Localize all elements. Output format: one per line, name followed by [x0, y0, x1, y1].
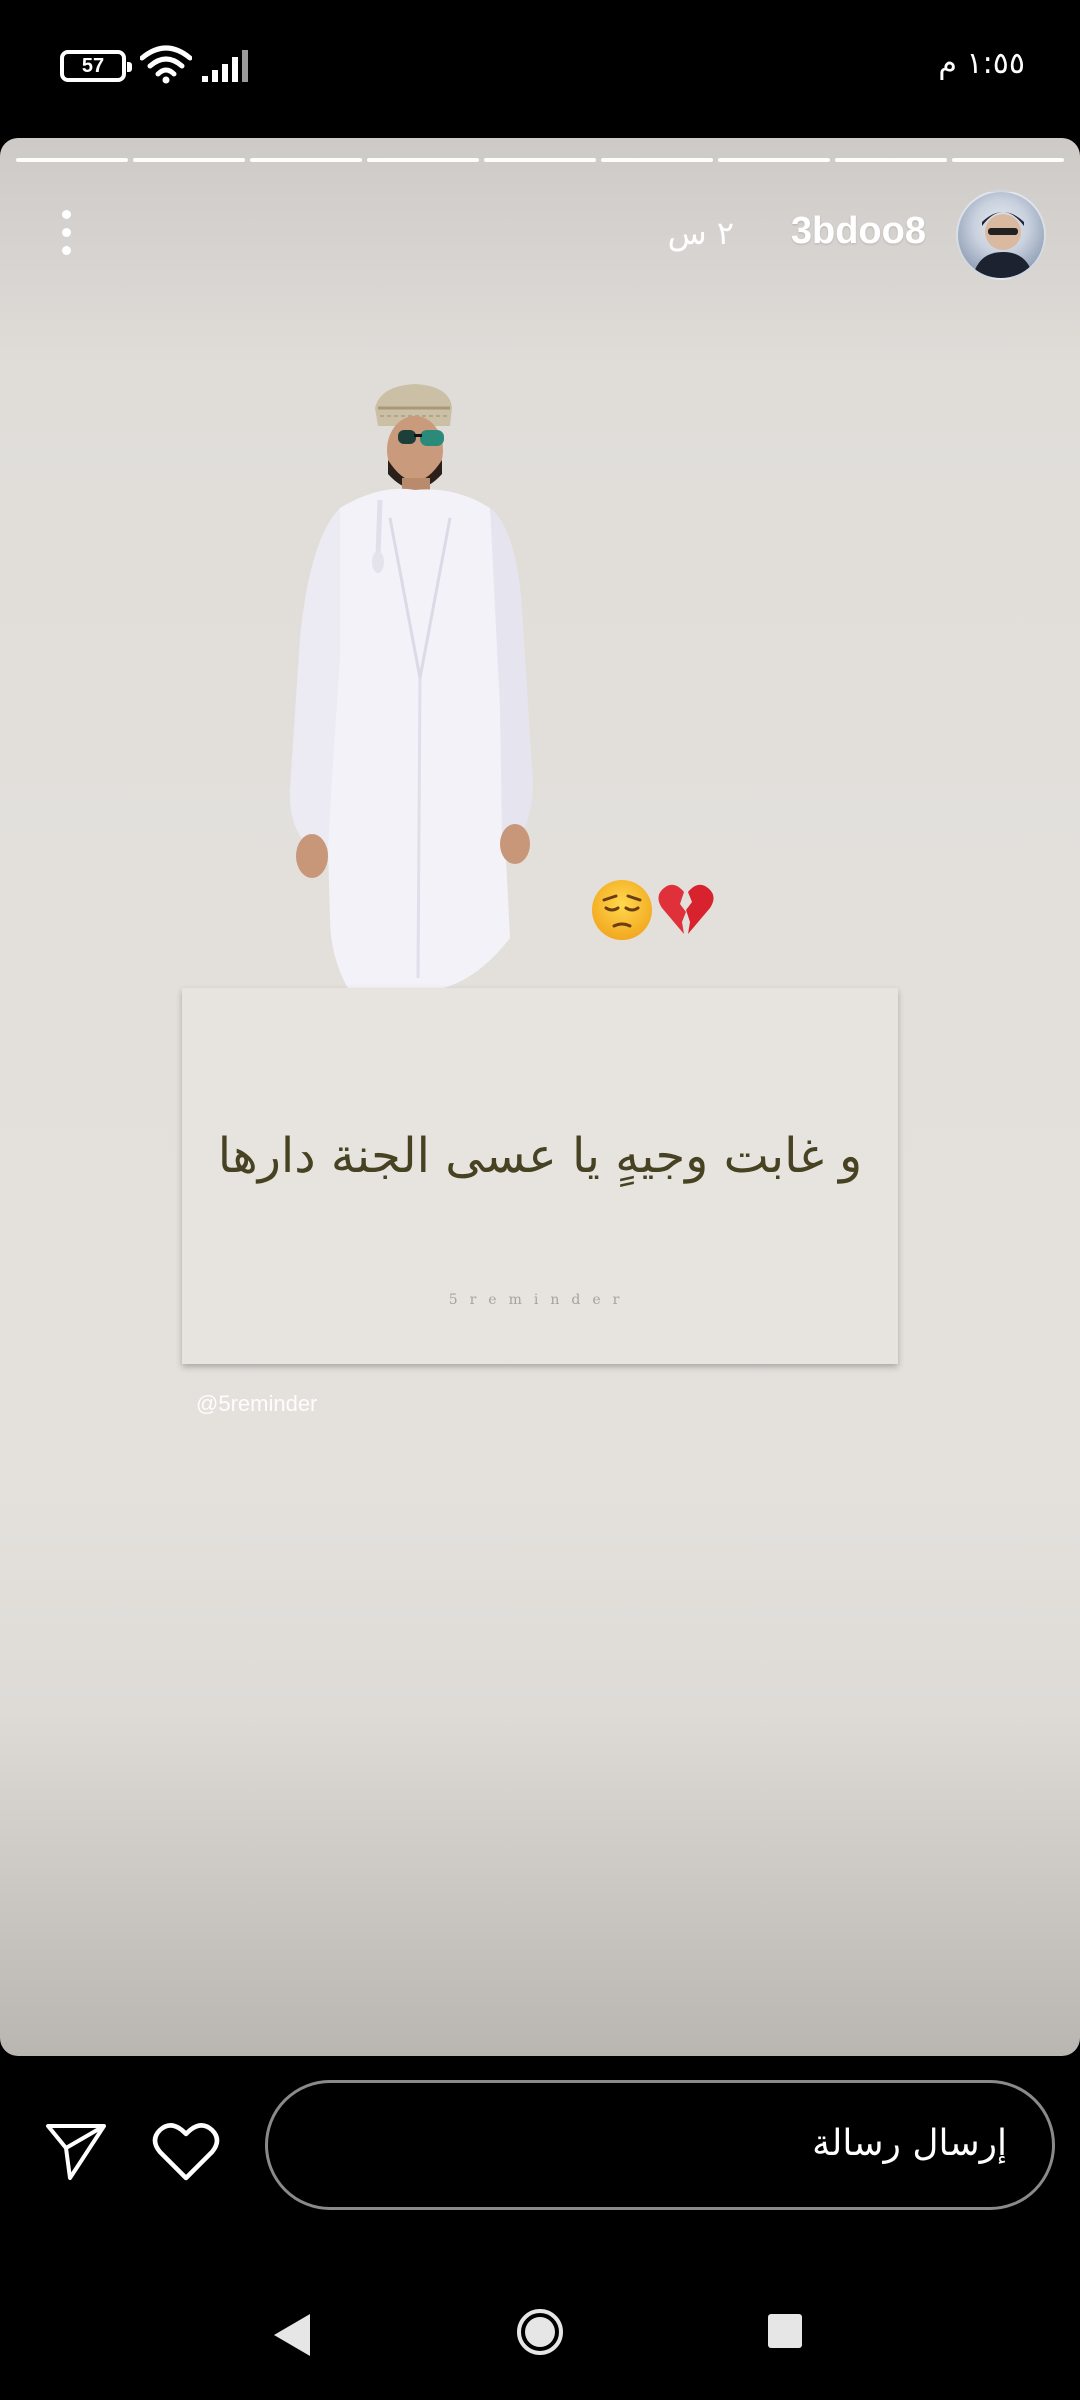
wifi-icon	[140, 45, 192, 84]
recents-icon[interactable]	[768, 2314, 802, 2348]
message-placeholder: إرسال رسالة	[812, 2123, 1007, 2164]
avatar-image	[972, 212, 1034, 278]
emoji-stickers	[590, 878, 718, 948]
cellular-signal-icon	[202, 50, 248, 82]
back-icon[interactable]	[270, 2310, 314, 2360]
reply-bar: إرسال رسالة	[0, 2060, 1080, 2230]
mention-tag[interactable]: @5reminder	[196, 1391, 317, 1417]
pensive-face-icon	[592, 880, 652, 940]
more-options-button[interactable]	[50, 210, 82, 270]
status-time: ١:٥٥ م	[938, 46, 1025, 81]
story-header: ٢ س 3bdoo8	[0, 138, 1080, 280]
home-icon[interactable]	[515, 2307, 565, 2357]
story-time-ago: ٢ س	[667, 214, 734, 252]
heart-icon[interactable]	[152, 2120, 220, 2182]
send-icon[interactable]	[44, 2118, 108, 2182]
message-input[interactable]: إرسال رسالة	[265, 2080, 1055, 2210]
quote-card: و غابت وجيهٍ يا عسى الجنة دارها 5reminde…	[182, 988, 898, 1364]
system-nav-bar	[0, 2270, 1080, 2400]
instagram-story-screen: 57 ١:٥٥ م ٢ س 3bdoo8 و غابت وجيهٍ يا عسى…	[0, 0, 1080, 2400]
quote-text: و غابت وجيهٍ يا عسى الجنة دارها	[217, 1128, 863, 1184]
more-vertical-icon	[50, 210, 82, 255]
story-viewer[interactable]: ٢ س 3bdoo8 و غابت وجيهٍ يا عسى الجنة دار…	[0, 138, 1080, 2056]
person-photo	[289, 384, 533, 992]
battery-icon: 57	[60, 50, 132, 82]
battery-level: 57	[81, 55, 105, 77]
status-bar: 57 ١:٥٥ م	[0, 0, 1080, 135]
story-username[interactable]: 3bdoo8	[791, 210, 926, 253]
quote-watermark: 5reminder	[448, 1292, 632, 1308]
avatar[interactable]	[956, 190, 1046, 280]
broken-heart-icon	[658, 884, 714, 934]
